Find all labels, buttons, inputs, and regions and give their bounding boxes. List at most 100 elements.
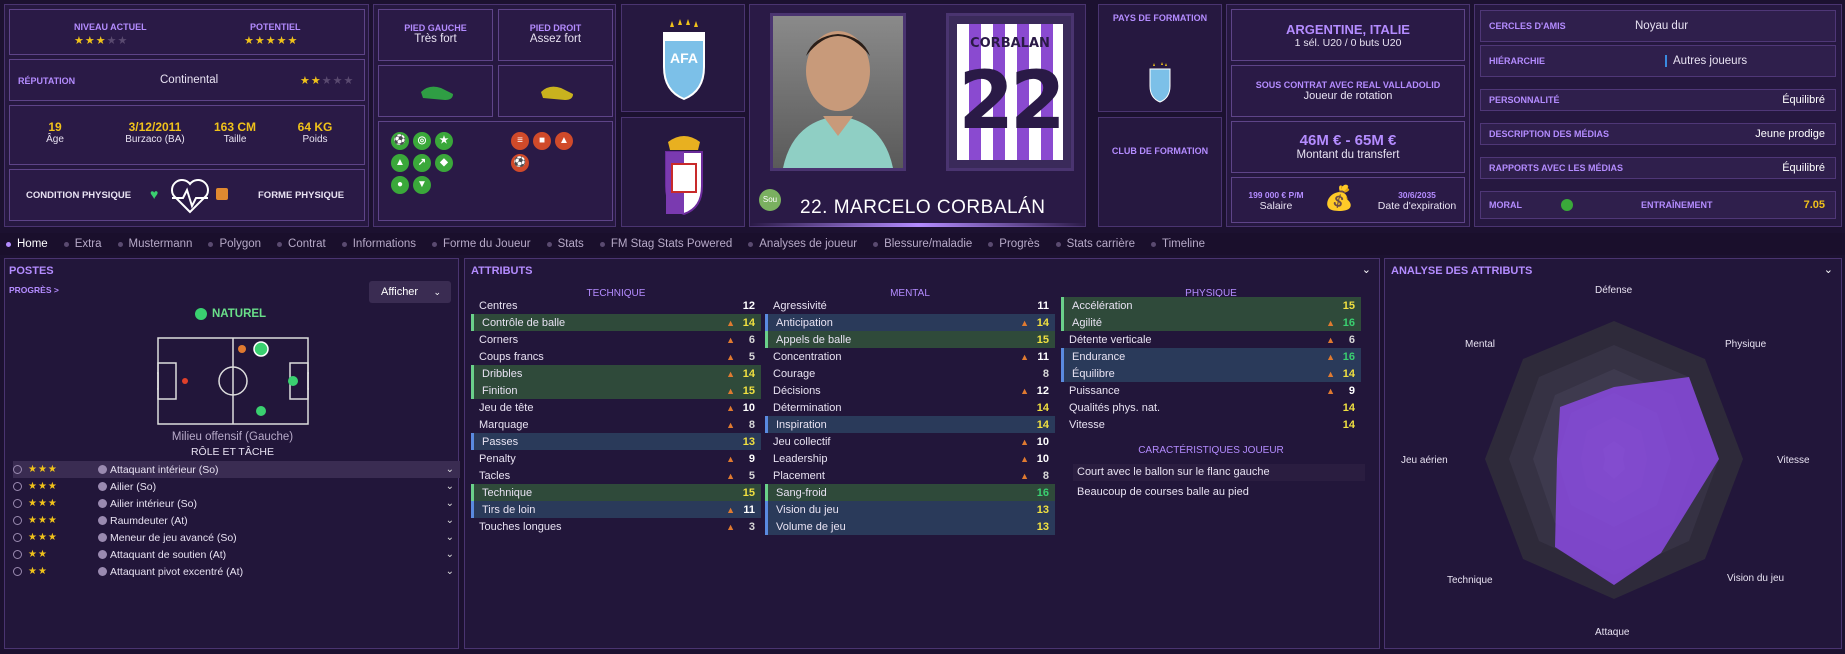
tab-7[interactable]: Stats [546, 238, 584, 250]
trait-icon[interactable]: ⚽ [391, 132, 409, 150]
progress-link[interactable]: PROGRÈS > [9, 285, 59, 295]
role-row[interactable]: ★★★ Raumdeuter (At) ⌄ [13, 512, 460, 529]
attribute-row[interactable]: Vision du jeu 13 [765, 501, 1055, 518]
trait-icon[interactable]: ▲ [391, 154, 409, 172]
radar-axis-label: Vitesse [1777, 455, 1810, 466]
trait-icon[interactable]: ◆ [435, 154, 453, 172]
attribute-name: Endurance [1072, 350, 1126, 363]
tab-1[interactable]: Extra [63, 238, 102, 250]
trait-icon[interactable]: ● [391, 176, 409, 194]
role-radio[interactable] [13, 465, 22, 474]
attribute-row[interactable]: Tacles ▲ 5 [471, 467, 761, 484]
tab-4[interactable]: Contrat [277, 238, 326, 250]
role-row[interactable]: ★★ Attaquant pivot excentré (At) ⌄ [13, 563, 460, 580]
collapse-chevron-icon[interactable]: ⌄ [1362, 263, 1371, 276]
attribute-row[interactable]: Jeu de tête ▲ 10 [471, 399, 761, 416]
attribute-row[interactable]: Coups francs ▲ 5 [471, 348, 761, 365]
attribute-row[interactable]: Courage 8 [765, 365, 1055, 382]
attribute-row[interactable]: Agressivité 11 [765, 297, 1055, 314]
tab-5[interactable]: Informations [341, 238, 416, 250]
attribute-row[interactable]: Vitesse 14 [1061, 416, 1361, 433]
collapse-chevron-icon[interactable]: ⌄ [1824, 263, 1833, 276]
role-row[interactable]: ★★★ Ailier intérieur (So) ⌄ [13, 495, 460, 512]
attribute-row[interactable]: Détermination 14 [765, 399, 1055, 416]
info-icon[interactable] [98, 482, 107, 491]
chevron-down-icon[interactable]: ⌄ [446, 464, 454, 475]
attribute-row[interactable]: Centres 12 [471, 297, 761, 314]
role-row[interactable]: ★★★ Attaquant intérieur (So) ⌄ [13, 461, 460, 478]
trait-icon[interactable]: ★ [435, 132, 453, 150]
attribute-row[interactable]: Agilité ▲ 16 [1061, 314, 1361, 331]
chevron-down-icon[interactable]: ⌄ [446, 566, 454, 577]
attribute-row[interactable]: Décisions ▲ 12 [765, 382, 1055, 399]
attribute-row[interactable]: Corners ▲ 6 [471, 331, 761, 348]
role-row[interactable]: ★★★ Ailier (So) ⌄ [13, 478, 460, 495]
role-radio[interactable] [13, 516, 22, 525]
role-radio[interactable] [13, 550, 22, 559]
attribute-row[interactable]: Technique 15 [471, 484, 761, 501]
info-icon[interactable] [98, 567, 107, 576]
attribute-row[interactable]: Dribbles ▲ 14 [471, 365, 761, 382]
trait-icon[interactable]: ◎ [413, 132, 431, 150]
info-icon[interactable] [98, 465, 107, 474]
info-icon[interactable] [98, 499, 107, 508]
tab-6[interactable]: Forme du Joueur [432, 238, 531, 250]
attribute-row[interactable]: Contrôle de balle ▲ 14 [471, 314, 761, 331]
tab-10[interactable]: Blessure/maladie [873, 238, 972, 250]
chevron-down-icon[interactable]: ⌄ [446, 549, 454, 560]
player-badge[interactable]: Sou [759, 189, 781, 211]
tab-13[interactable]: Timeline [1150, 238, 1205, 250]
attribute-row[interactable]: Jeu collectif ▲ 10 [765, 433, 1055, 450]
tab-3[interactable]: Polygon [208, 238, 261, 250]
attribute-row[interactable]: Tirs de loin ▲ 11 [471, 501, 761, 518]
attribute-row[interactable]: Endurance ▲ 16 [1061, 348, 1361, 365]
attribute-row[interactable]: Marquage ▲ 8 [471, 416, 761, 433]
attribute-row[interactable]: Concentration ▲ 11 [765, 348, 1055, 365]
trait-icon[interactable]: ▲ [555, 132, 573, 150]
trait-icon[interactable]: ↗ [413, 154, 431, 172]
attribute-row[interactable]: Sang-froid 16 [765, 484, 1055, 501]
role-row[interactable]: ★★ Attaquant de soutien (At) ⌄ [13, 546, 460, 563]
attribute-row[interactable]: Leadership ▲ 10 [765, 450, 1055, 467]
tab-0[interactable]: Home [6, 238, 48, 250]
attribute-row[interactable]: Anticipation ▲ 14 [765, 314, 1055, 331]
show-dropdown[interactable]: Afficher ⌄ [369, 281, 451, 303]
attribute-row[interactable]: Finition ▲ 15 [471, 382, 761, 399]
tab-2[interactable]: Mustermann [117, 238, 192, 250]
tab-12[interactable]: Stats carrière [1055, 238, 1135, 250]
tab-11[interactable]: Progrès [988, 238, 1040, 250]
trait-icon[interactable]: ▼ [413, 176, 431, 194]
tab-9[interactable]: Analyses de joueur [748, 238, 857, 250]
role-radio[interactable] [13, 567, 22, 576]
attribute-row[interactable]: Touches longues ▲ 3 [471, 518, 761, 535]
attribute-row[interactable]: Détente verticale ▲ 6 [1061, 331, 1361, 348]
role-row[interactable]: ★★★ Meneur de jeu avancé (So) ⌄ [13, 529, 460, 546]
info-icon[interactable] [98, 550, 107, 559]
chevron-down-icon[interactable]: ⌄ [446, 515, 454, 526]
info-icon[interactable] [98, 533, 107, 542]
attribute-row[interactable]: Qualités phys. nat. 14 [1061, 399, 1361, 416]
personal-row: RAPPORTS AVEC LES MÉDIAS Équilibré [1480, 157, 1836, 179]
info-icon[interactable] [98, 516, 107, 525]
attribute-row[interactable]: Accélération 15 [1061, 297, 1361, 314]
trait-icon[interactable]: ⚽ [511, 154, 529, 172]
chevron-down-icon[interactable]: ⌄ [446, 498, 454, 509]
attribute-row[interactable]: Inspiration 14 [765, 416, 1055, 433]
trait-icon[interactable]: ≡ [511, 132, 529, 150]
role-radio[interactable] [13, 499, 22, 508]
chevron-down-icon[interactable]: ⌄ [446, 532, 454, 543]
tab-8[interactable]: FM Stag Stats Powered [599, 238, 732, 250]
attribute-row[interactable]: Placement ▲ 8 [765, 467, 1055, 484]
trait-icon[interactable]: ■ [533, 132, 551, 150]
attribute-row[interactable]: Équilibre ▲ 14 [1061, 365, 1361, 382]
attribute-row[interactable]: Volume de jeu 13 [765, 518, 1055, 535]
attribute-value: 15 [742, 486, 755, 499]
attribute-row[interactable]: Appels de balle 15 [765, 331, 1055, 348]
radar-axis-label: Mental [1465, 339, 1496, 350]
role-radio[interactable] [13, 533, 22, 542]
chevron-down-icon[interactable]: ⌄ [446, 481, 454, 492]
role-radio[interactable] [13, 482, 22, 491]
attribute-row[interactable]: Penalty ▲ 9 [471, 450, 761, 467]
attribute-row[interactable]: Puissance ▲ 9 [1061, 382, 1361, 399]
attribute-row[interactable]: Passes 13 [471, 433, 761, 450]
